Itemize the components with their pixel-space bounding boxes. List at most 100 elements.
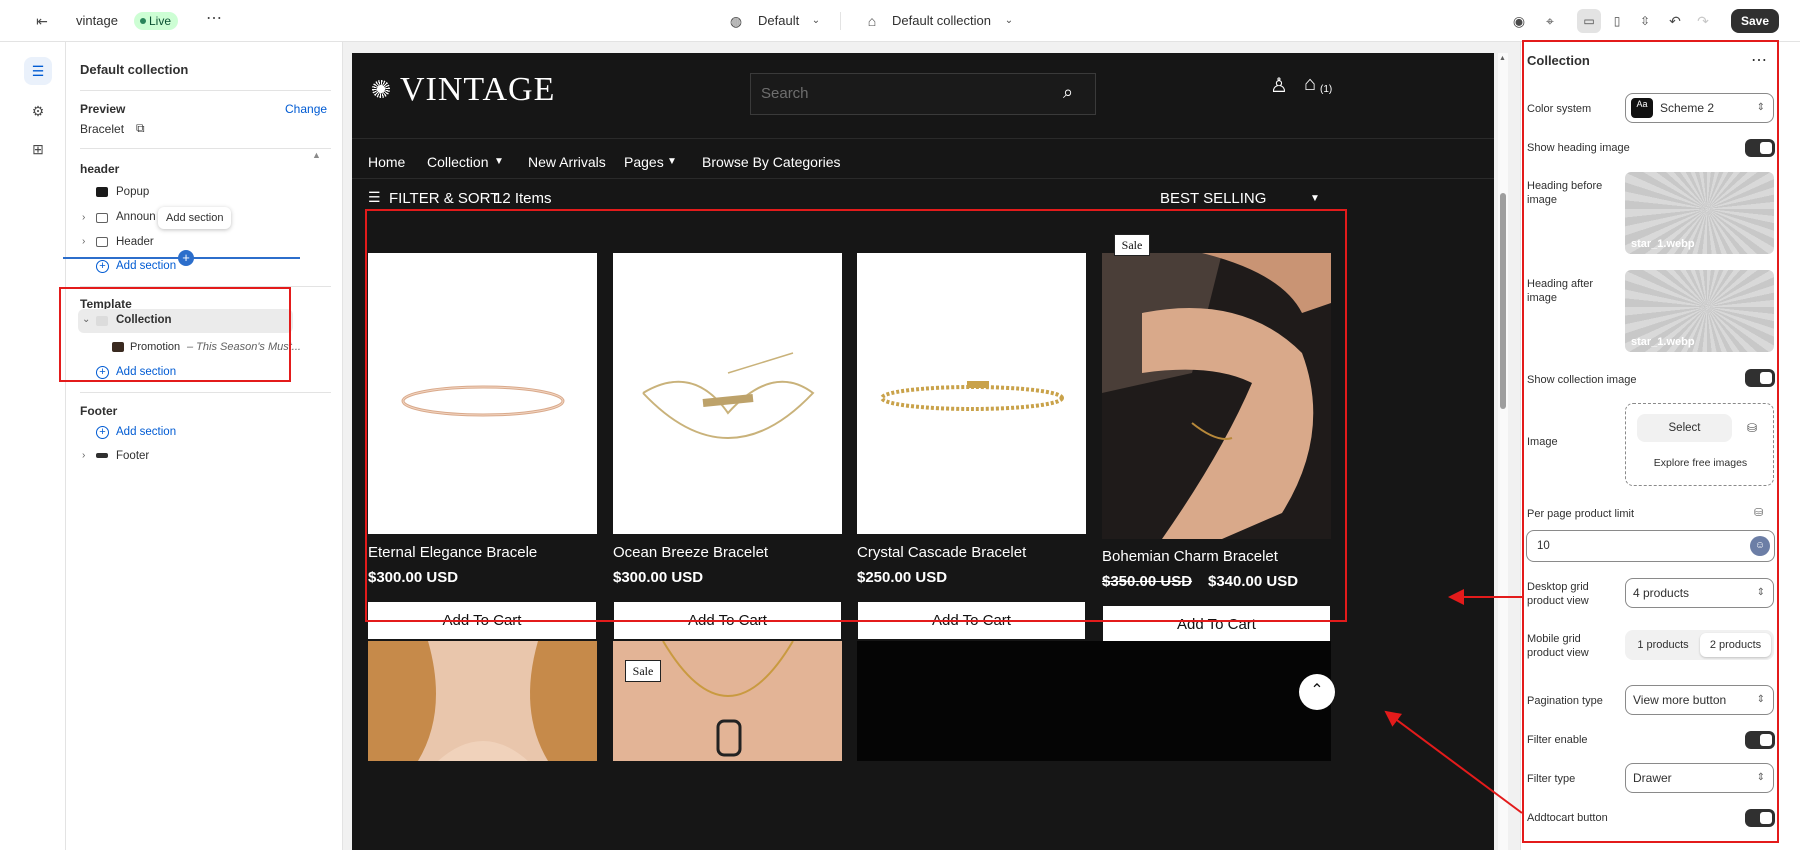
show-heading-image-label: Show heading image [1527, 142, 1630, 154]
settings-gear-icon[interactable]: ⚙ [24, 97, 52, 125]
store-search-input[interactable]: Search ⌕ [750, 73, 1096, 115]
scrollbar-thumb[interactable] [1500, 193, 1506, 409]
select-arrows-icon: ⇕ [1756, 772, 1765, 783]
insert-plus-icon[interactable]: + [178, 250, 194, 266]
mobile-grid-segmented: 1 products 2 products [1625, 630, 1774, 660]
undo-icon[interactable]: ↶ [1666, 12, 1684, 30]
more-icon[interactable]: ⋯ [205, 10, 223, 28]
explore-free-images-link[interactable]: Explore free images [1626, 457, 1775, 469]
ai-assist-icon[interactable]: ☺ [1750, 536, 1770, 556]
mobile-grid-option-2[interactable]: 2 products [1700, 633, 1771, 657]
select-cursor-icon[interactable]: ⌖ [1541, 12, 1559, 30]
tree-item-header[interactable]: Header [116, 236, 154, 248]
nav-home[interactable]: Home [368, 154, 405, 170]
addtocart-toggle[interactable] [1745, 809, 1775, 827]
desktop-view-icon[interactable]: ▭ [1577, 9, 1601, 33]
sort-select[interactable]: BEST SELLING [1160, 190, 1266, 207]
select-arrows-icon: ⇕ [1756, 587, 1765, 598]
account-icon[interactable]: ♙ [1270, 73, 1288, 98]
preview-label: Preview [80, 102, 126, 116]
store-logo[interactable]: VINTAGE [400, 71, 555, 109]
chevron-right-icon[interactable]: › [82, 236, 85, 247]
filter-type-select[interactable]: Drawer ⇕ [1625, 763, 1774, 793]
add-circle-icon: + [96, 426, 109, 439]
filter-icon[interactable]: ☰ [368, 189, 381, 206]
tree-item-popup[interactable]: Popup [116, 186, 149, 198]
caret-down-icon[interactable]: ▼ [1310, 193, 1320, 204]
divider [80, 90, 331, 91]
external-link-icon[interactable]: ⧉ [136, 121, 145, 136]
product-image[interactable] [857, 641, 1331, 761]
product-image[interactable] [613, 641, 842, 761]
pagination-type-label: Pagination type [1527, 695, 1603, 707]
show-heading-image-toggle[interactable] [1745, 139, 1775, 157]
product-image[interactable] [368, 641, 597, 761]
filter-enable-toggle[interactable] [1745, 731, 1775, 749]
header-group-title: header [80, 162, 120, 176]
sale-badge: Sale [625, 660, 661, 682]
addtocart-button-label: Addtocart button [1527, 812, 1608, 824]
select-arrows-icon: ⇕ [1756, 102, 1765, 113]
mobile-grid-option-1[interactable]: 1 products [1628, 633, 1698, 657]
heading-before-label: Heading before image [1527, 180, 1603, 206]
show-collection-image-label: Show collection image [1527, 374, 1637, 386]
add-section-header[interactable]: Add section [116, 260, 176, 272]
nav-new-arrivals[interactable]: New Arrivals [528, 154, 606, 170]
scroll-up-arrow-icon[interactable]: ▲ [1499, 55, 1506, 62]
caret-down-icon: ▼ [667, 156, 677, 167]
apps-icon[interactable]: ⊞ [24, 135, 52, 163]
nav-browse[interactable]: Browse By Categories [702, 154, 841, 170]
caret-down-icon: ▼ [494, 156, 504, 167]
sections-icon[interactable]: ☰ [24, 57, 52, 85]
heading-after-image[interactable]: star_1.webp [1625, 270, 1774, 352]
change-link[interactable]: Change [285, 102, 327, 116]
nav-pages[interactable]: Pages [624, 154, 664, 170]
chevron-down-icon[interactable]: ⌄ [807, 12, 825, 30]
cart-icon[interactable]: ⌂ [1304, 73, 1316, 96]
database-icon[interactable]: ⛁ [1738, 414, 1766, 442]
database-icon[interactable]: ⛁ [1754, 506, 1763, 519]
template-selector[interactable]: Default collection [892, 13, 991, 28]
filter-sort-button[interactable]: FILTER & SORT [389, 190, 499, 207]
exit-icon[interactable]: ⇤ [33, 12, 51, 30]
tooltip: Add section [158, 207, 232, 229]
fullwidth-view-icon[interactable]: ⇳ [1633, 9, 1657, 33]
color-system-select[interactable]: Aa Scheme 2 ⇕ [1625, 93, 1774, 123]
add-circle-icon: + [96, 260, 109, 273]
desktop-grid-select[interactable]: 4 products ⇕ [1625, 578, 1774, 608]
cart-count: (1) [1320, 84, 1333, 95]
divider [352, 178, 1494, 179]
more-icon[interactable]: ⋯ [1751, 50, 1767, 70]
redo-icon[interactable]: ↷ [1694, 12, 1712, 30]
logo-sun-icon [372, 80, 390, 98]
tree-item-footer[interactable]: Footer [116, 450, 149, 462]
nav-collection[interactable]: Collection [427, 154, 488, 170]
collapse-up-icon[interactable]: ▲ [312, 150, 321, 160]
search-icon[interactable]: ⌕ [1063, 82, 1073, 103]
color-system-label: Color system [1527, 103, 1592, 115]
tree-item-announcement[interactable]: Announ [116, 211, 156, 223]
per-page-input[interactable]: 10 ☺ [1526, 530, 1775, 562]
header-icon [96, 237, 108, 247]
scroll-to-top-button[interactable]: ⌃ [1299, 674, 1335, 710]
divider [840, 12, 841, 30]
per-page-value: 10 [1537, 540, 1550, 552]
theme-selector[interactable]: Default [758, 13, 799, 28]
heading-before-image[interactable]: star_1.webp [1625, 172, 1774, 254]
chevron-right-icon[interactable]: › [82, 212, 85, 223]
select-image-button[interactable]: Select [1637, 414, 1732, 442]
desktop-grid-value: 4 products [1633, 586, 1690, 600]
pagination-type-select[interactable]: View more button ⇕ [1625, 685, 1774, 715]
save-button[interactable]: Save [1731, 9, 1779, 33]
preview-scrollbar[interactable]: ▲ [1498, 53, 1508, 850]
image-picker: Select ⛁ Explore free images [1625, 403, 1774, 486]
image-filename: star_1.webp [1631, 336, 1695, 348]
chevron-down-icon[interactable]: ⌄ [1000, 12, 1018, 30]
divider [80, 392, 331, 393]
chevron-right-icon[interactable]: › [82, 450, 85, 461]
popup-icon [96, 187, 108, 197]
mobile-view-icon[interactable]: ▯ [1605, 9, 1629, 33]
add-section-footer[interactable]: Add section [116, 426, 176, 438]
show-collection-image-toggle[interactable] [1745, 369, 1775, 387]
inspector-icon[interactable]: ◉ [1510, 12, 1528, 30]
